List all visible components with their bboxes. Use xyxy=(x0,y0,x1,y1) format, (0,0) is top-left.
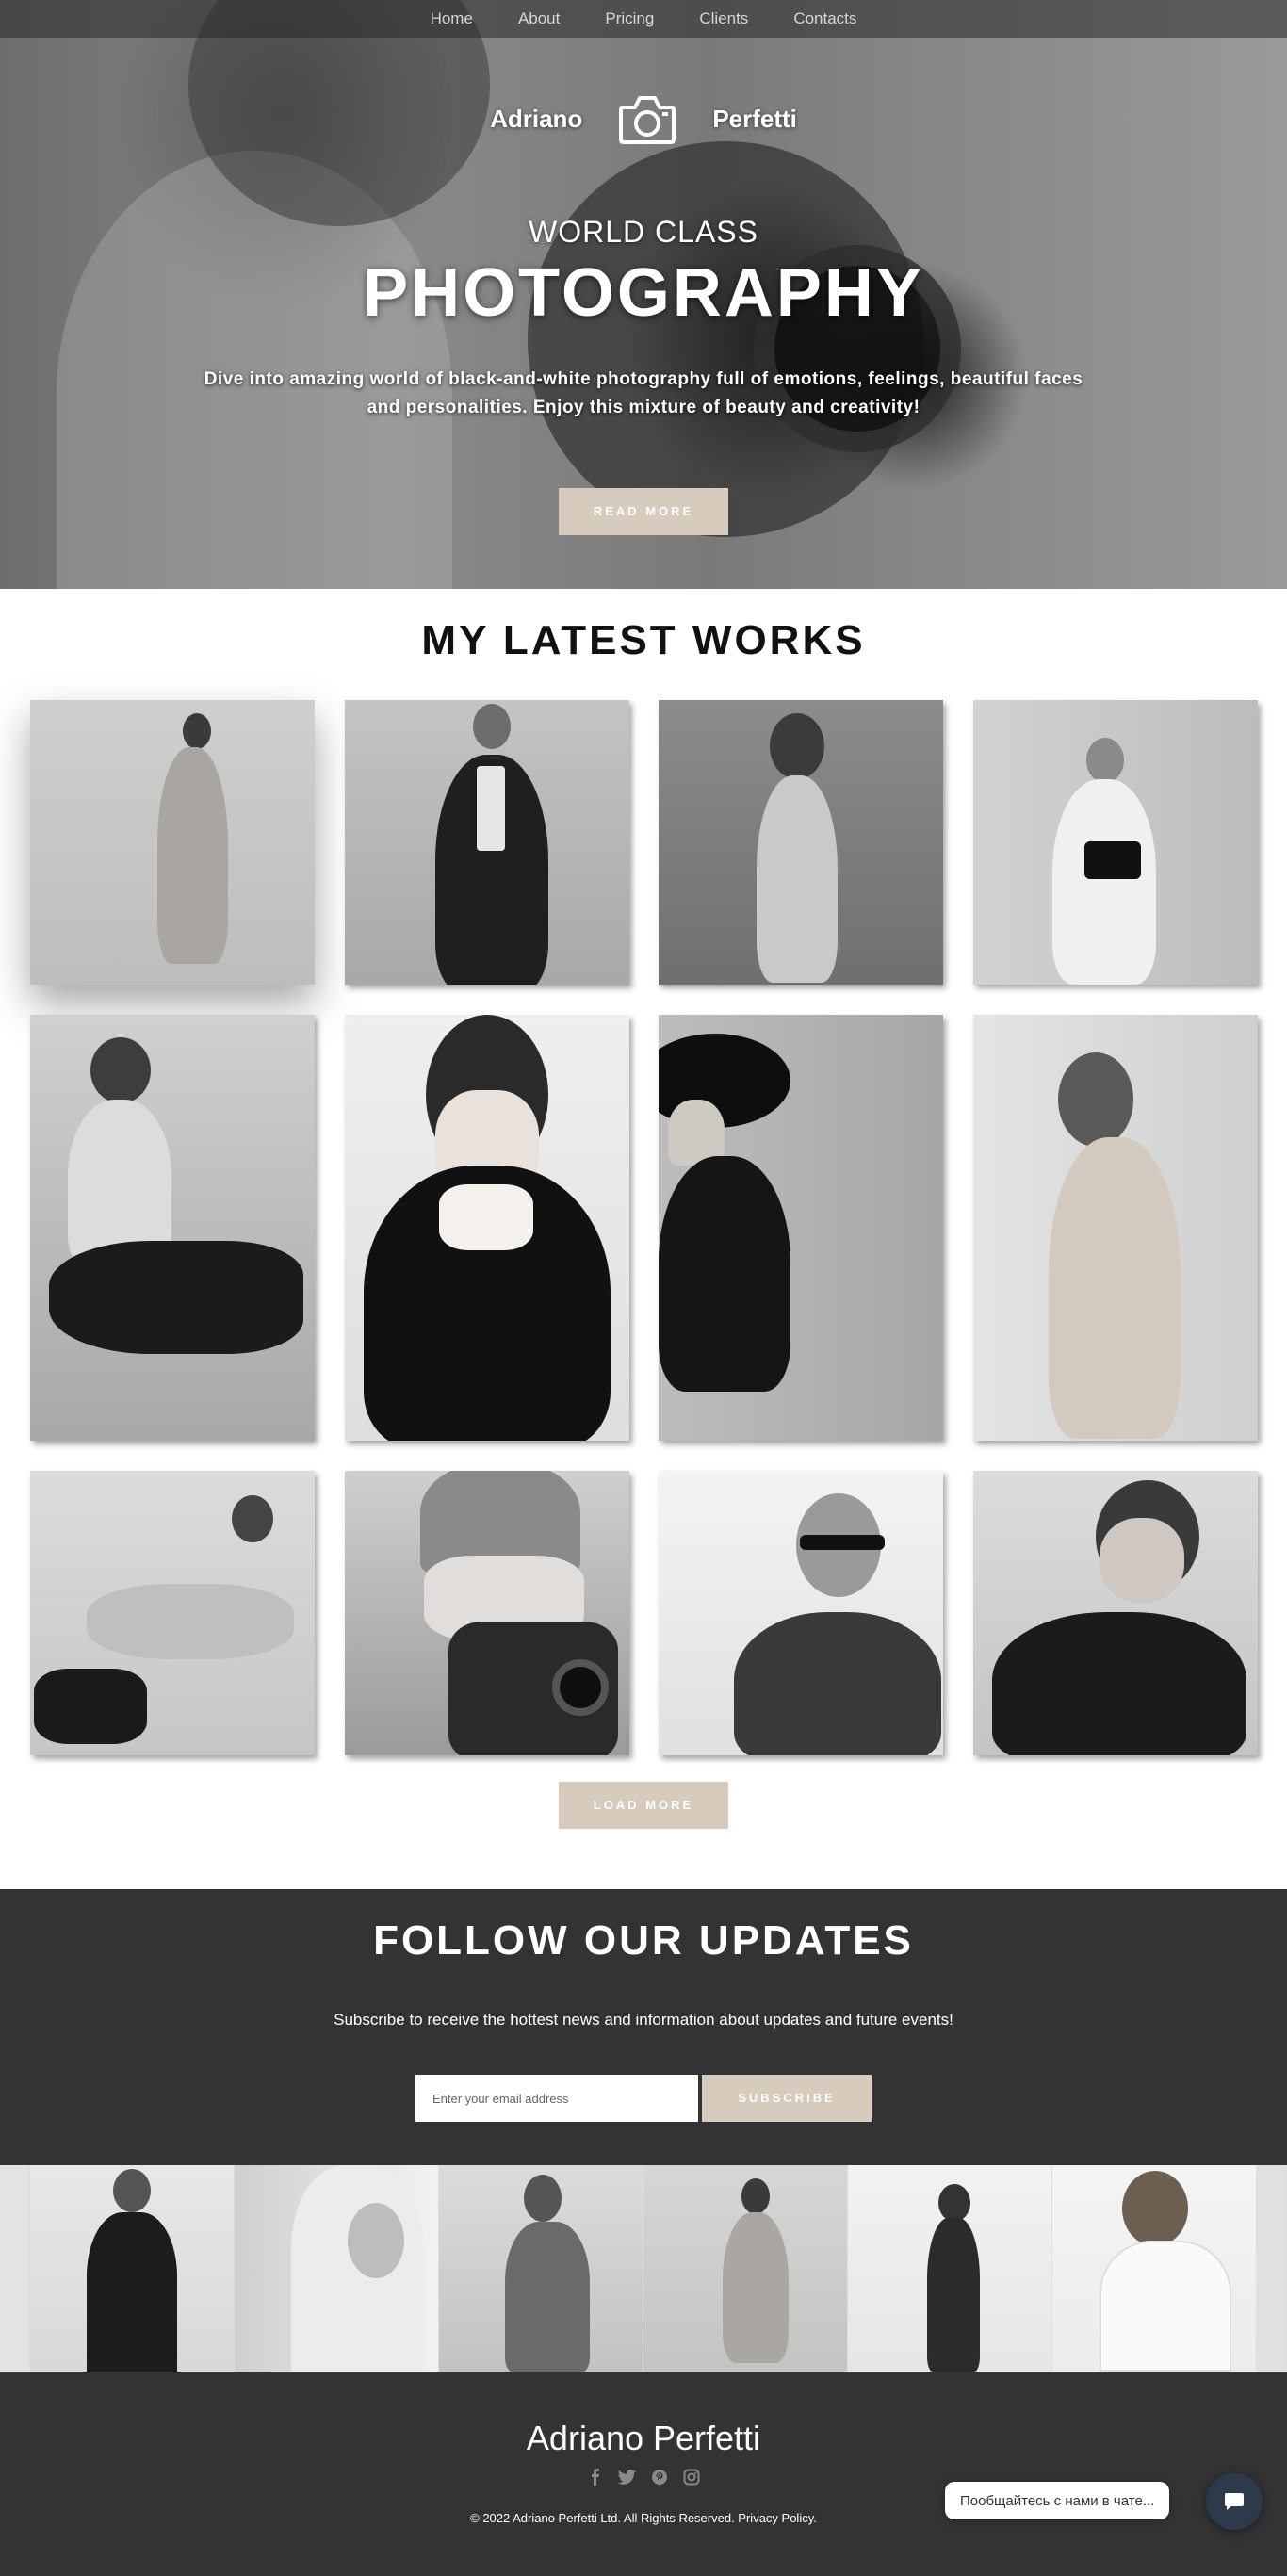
chat-button[interactable] xyxy=(1206,2473,1263,2530)
gallery-photo[interactable] xyxy=(973,1015,1258,1441)
nav-item-home[interactable]: Home xyxy=(431,9,473,28)
strip-photo[interactable] xyxy=(439,2165,644,2372)
hero-description: Dive into amazing world of black-and-whi… xyxy=(204,369,1083,417)
top-navigation: Home About Pricing Clients Contacts xyxy=(0,0,1287,38)
brand-first-name: Adriano xyxy=(490,104,583,133)
nav-item-pricing[interactable]: Pricing xyxy=(605,9,654,28)
works-title: MY LATEST WORKS xyxy=(421,617,866,663)
twitter-icon[interactable] xyxy=(618,2468,637,2486)
footer-brand-name: Adriano Perfetti xyxy=(526,2419,761,2457)
gallery-photo[interactable] xyxy=(973,700,1258,985)
strip-photo[interactable] xyxy=(235,2165,439,2372)
email-field[interactable] xyxy=(415,2075,698,2122)
nav-item-clients[interactable]: Clients xyxy=(699,9,748,28)
instagram-icon[interactable] xyxy=(682,2468,701,2486)
hero-section: Home About Pricing Clients Contacts Adri… xyxy=(0,0,1287,589)
strip-photo[interactable] xyxy=(644,2165,848,2372)
photo-strip xyxy=(0,2165,1287,2372)
hero-title: PHOTOGRAPHY xyxy=(363,255,924,331)
gallery-photo[interactable] xyxy=(345,700,629,985)
load-more-button[interactable]: LOAD MORE xyxy=(559,1782,728,1829)
strip-photo[interactable] xyxy=(1257,2165,1287,2372)
gallery-photo[interactable] xyxy=(30,700,315,985)
hero-subtitle: WORLD CLASS xyxy=(529,215,758,249)
gallery-photo[interactable] xyxy=(345,1471,629,1755)
gallery-photo[interactable] xyxy=(345,1015,629,1441)
facebook-icon[interactable] xyxy=(586,2468,605,2486)
follow-description: Subscribe to receive the hottest news an… xyxy=(334,2011,953,2029)
strip-photo[interactable] xyxy=(1052,2165,1257,2372)
subscribe-button[interactable]: SUBSCRIBE xyxy=(702,2075,872,2122)
gallery-photo[interactable] xyxy=(30,1015,315,1441)
strip-photo[interactable] xyxy=(0,2165,30,2372)
chat-prompt[interactable]: Пообщайтесь с нами в чате... xyxy=(945,2482,1170,2519)
brand-last-name: Perfetti xyxy=(712,104,797,133)
gallery-photo[interactable] xyxy=(659,1015,943,1441)
brand-logo[interactable]: Adriano Perfetti xyxy=(0,92,1287,145)
gallery-photo[interactable] xyxy=(30,1471,315,1755)
nav-item-about[interactable]: About xyxy=(518,9,560,28)
footer: Adriano Perfetti © 2022 Adriano Perfetti… xyxy=(0,2372,1287,2576)
strip-photo[interactable] xyxy=(848,2165,1052,2372)
camera-icon xyxy=(619,96,676,144)
strip-photo[interactable] xyxy=(30,2165,235,2372)
gallery-photo[interactable] xyxy=(659,700,943,985)
nav-item-contacts[interactable]: Contacts xyxy=(793,9,856,28)
pinterest-icon[interactable] xyxy=(650,2468,669,2486)
read-more-button[interactable]: READ MORE xyxy=(559,488,728,535)
chat-icon xyxy=(1225,2493,1244,2510)
gallery-photo[interactable] xyxy=(973,1471,1258,1755)
follow-section: FOLLOW OUR UPDATES Subscribe to receive … xyxy=(0,1889,1287,2165)
gallery-photo[interactable] xyxy=(659,1471,943,1755)
follow-title: FOLLOW OUR UPDATES xyxy=(373,1917,914,1964)
